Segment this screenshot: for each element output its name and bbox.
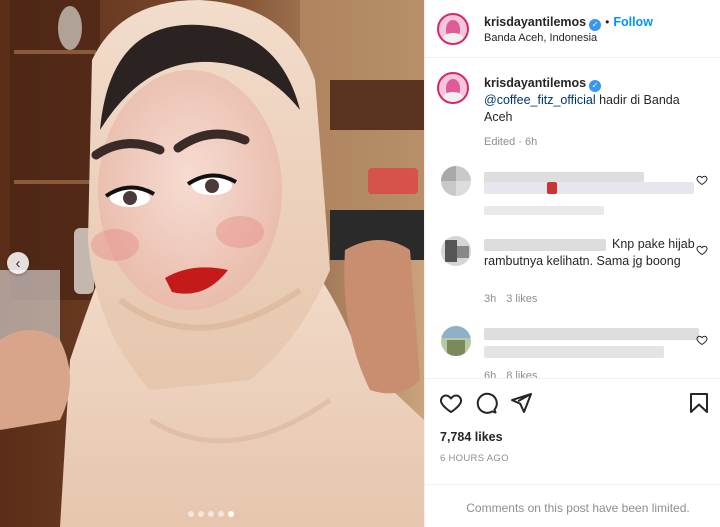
blurred-comment-text <box>484 328 699 340</box>
blurred-comment-text <box>484 182 694 194</box>
author-avatar[interactable] <box>437 13 469 45</box>
blurred-emoji <box>547 182 557 194</box>
likes-count[interactable]: 7,784 likes <box>440 430 503 444</box>
carousel-dot <box>198 511 204 517</box>
comment-meta: 3h 3 likes <box>484 293 537 305</box>
paper-plane-icon[interactable] <box>509 391 533 415</box>
comment-like-heart-icon[interactable] <box>696 244 708 256</box>
comment-likes-count[interactable]: 8 likes <box>506 370 537 378</box>
comment-item <box>425 160 720 220</box>
post-location[interactable]: Banda Aceh, Indonesia <box>484 32 597 44</box>
blurred-comment-text <box>484 346 664 358</box>
header-title-row: krisdayantilemos ✓ • Follow <box>484 13 653 31</box>
caption-mention-link[interactable]: @coffee_fitz_official <box>484 93 596 107</box>
bookmark-icon[interactable] <box>687 391 711 415</box>
comment-item: Knp pake hijab rambutnya kelihatn. Sama … <box>425 230 720 310</box>
carousel-indicator <box>188 511 234 517</box>
verified-badge-icon: ✓ <box>589 19 602 31</box>
post-media[interactable]: ‹ <box>0 0 424 527</box>
comment-text: Knp pake hijab rambutnya kelihatn. Sama … <box>484 237 695 268</box>
commenter-avatar[interactable] <box>441 236 471 266</box>
post-header: krisdayantilemos ✓ • Follow Banda Aceh, Ind… <box>425 0 720 58</box>
heart-icon[interactable] <box>439 391 463 415</box>
follow-button[interactable]: Follow <box>613 15 653 29</box>
carousel-dot <box>208 511 214 517</box>
comments-limited-notice: Comments on this post have been limited. <box>425 484 720 527</box>
author-username[interactable]: krisdayantilemos <box>484 15 586 29</box>
commenter-avatar[interactable] <box>441 166 471 196</box>
separator-dot: • <box>605 15 610 29</box>
comment-like-heart-icon[interactable] <box>696 334 708 346</box>
comment-item: 6h 8 likes <box>425 320 720 378</box>
post-photo <box>0 0 424 527</box>
previous-slide-button[interactable]: ‹ <box>7 252 29 274</box>
caption: krisdayantilemos ✓ @coffee_fitz_official … <box>484 75 709 151</box>
verified-badge-icon: ✓ <box>589 80 602 92</box>
carousel-dot <box>218 511 224 517</box>
comment-like-heart-icon[interactable] <box>696 174 708 186</box>
post-actions: 7,784 likes 6 HOURS AGO Comments on this… <box>425 378 720 527</box>
caption-author-avatar[interactable] <box>437 72 469 104</box>
commenter-avatar[interactable] <box>441 326 471 356</box>
comment-time: 3h <box>484 293 497 305</box>
blurred-comment-meta <box>484 206 604 215</box>
post-side-panel: krisdayantilemos ✓ • Follow Banda Aceh, Ind… <box>424 0 720 527</box>
comment-likes-count[interactable]: 3 likes <box>506 293 537 305</box>
carousel-dot <box>188 511 194 517</box>
caption-meta: Edited · 6h <box>484 136 538 148</box>
comment-icon[interactable] <box>474 391 498 415</box>
comment-meta: 6h 8 likes <box>484 370 537 378</box>
comments-list[interactable]: krisdayantilemos ✓ @coffee_fitz_official … <box>425 58 720 378</box>
post-timestamp[interactable]: 6 HOURS AGO <box>440 453 509 464</box>
comment-time: 6h <box>484 370 497 378</box>
carousel-dot-active <box>228 511 234 517</box>
caption-username[interactable]: krisdayantilemos <box>484 76 586 90</box>
